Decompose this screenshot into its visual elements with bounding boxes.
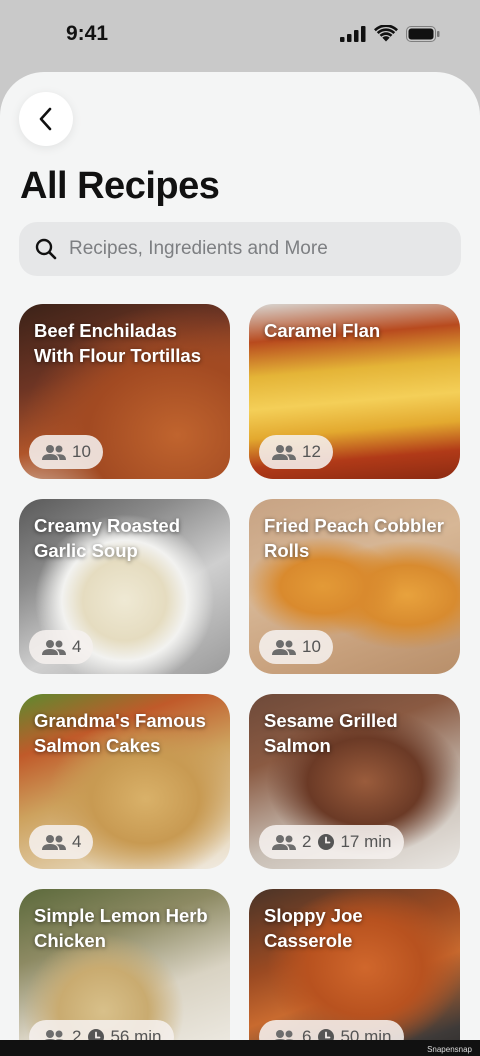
- recipe-meta-chip: 10: [259, 630, 333, 664]
- recipe-card[interactable]: Grandma's Famous Salmon Cakes 4: [19, 694, 230, 869]
- people-icon: [42, 834, 66, 850]
- recipe-card[interactable]: Sesame Grilled Salmon 2 17 min: [249, 694, 460, 869]
- servings-count: 4: [72, 832, 82, 851]
- wifi-icon: [374, 25, 398, 42]
- recipe-title: Sloppy Joe Casserole: [264, 905, 363, 951]
- people-icon: [272, 834, 296, 850]
- people-icon: [42, 444, 66, 460]
- recipe-title: Grandma's Famous Salmon Cakes: [34, 710, 206, 756]
- recipes-sheet: All Recipes Beef Enchiladas With Flour T…: [0, 72, 480, 1056]
- servings-count: 4: [72, 637, 82, 656]
- recipe-card[interactable]: Simple Lemon Herb Chicken 2 56 min: [19, 889, 230, 1056]
- battery-icon: [406, 25, 440, 42]
- back-button[interactable]: [19, 92, 73, 146]
- recipe-card[interactable]: Sloppy Joe Casserole 6 50 min: [249, 889, 460, 1056]
- chevron-left-icon: [39, 107, 52, 131]
- servings-count: 12: [302, 442, 321, 461]
- cook-time: 17 min: [340, 832, 392, 851]
- recipe-meta-chip: 10: [29, 435, 103, 469]
- people-icon: [272, 639, 296, 655]
- recipe-meta-chip: 4: [29, 630, 94, 664]
- cellular-signal-icon: [340, 25, 366, 42]
- recipe-title: Fried Peach Cobbler Rolls: [264, 515, 444, 561]
- recipe-card[interactable]: Beef Enchiladas With Flour Tortillas 10: [19, 304, 230, 479]
- recipe-title: Beef Enchiladas With Flour Tortillas: [34, 320, 202, 366]
- people-icon: [42, 639, 66, 655]
- recipe-title: Sesame Grilled Salmon: [264, 710, 398, 756]
- recipe-card[interactable]: Creamy Roasted Garlic Soup 4: [19, 499, 230, 674]
- people-icon: [272, 444, 296, 460]
- recipe-meta-chip: 2 17 min: [259, 825, 404, 859]
- clock-icon: [318, 834, 335, 850]
- servings-count: 10: [302, 637, 321, 656]
- recipe-meta-chip: 4: [29, 825, 94, 859]
- search-input[interactable]: [69, 238, 429, 260]
- recipe-title: Creamy Roasted Garlic Soup: [34, 515, 181, 561]
- status-time: 9:41: [66, 22, 109, 45]
- recipe-card[interactable]: Fried Peach Cobbler Rolls 10: [249, 499, 460, 674]
- search-bar[interactable]: [19, 222, 461, 276]
- recipe-card[interactable]: Caramel Flan 12: [249, 304, 460, 479]
- recipe-title: Caramel Flan: [264, 320, 381, 341]
- recipe-meta-chip: 12: [259, 435, 333, 469]
- servings-count: 2: [302, 832, 312, 851]
- recipe-grid: Beef Enchiladas With Flour Tortillas 10 …: [19, 304, 460, 1056]
- recipe-title: Simple Lemon Herb Chicken: [34, 905, 208, 951]
- status-bar: 9:41: [0, 0, 480, 72]
- servings-count: 10: [72, 442, 91, 461]
- search-icon: [35, 238, 57, 260]
- bottom-band: [0, 1040, 480, 1056]
- page-title: All Recipes: [20, 165, 220, 207]
- status-icons: [340, 25, 440, 42]
- watermark: Snapensnap: [427, 1045, 472, 1054]
